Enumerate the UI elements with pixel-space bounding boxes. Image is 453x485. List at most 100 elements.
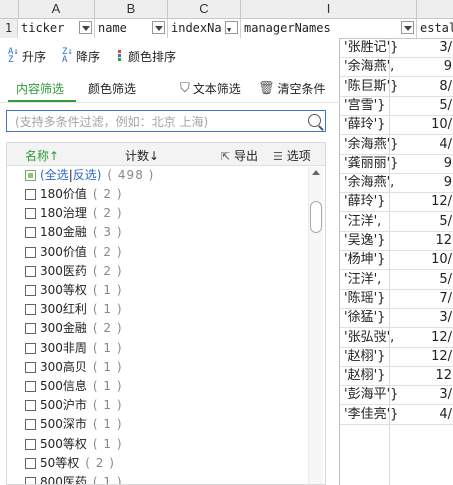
filter-item[interactable]: 300价值 ( 2 ) — [25, 243, 123, 262]
establish-date-cell[interactable]: 10/ — [408, 250, 453, 269]
filter-item-checkbox[interactable] — [25, 477, 36, 484]
list-scrollbar[interactable] — [308, 167, 323, 484]
manager-names-cell[interactable]: '赵栩'} — [344, 366, 385, 385]
header-cell-estab[interactable]: estal — [417, 19, 453, 38]
scroll-up-arrow[interactable] — [312, 170, 320, 175]
filter-item[interactable]: 500深市 ( 1 ) — [25, 415, 123, 434]
sheet-row[interactable]: '李佳亮'} 4/ — [340, 405, 453, 425]
manager-names-cell[interactable]: '陈瑶'} — [344, 289, 385, 308]
sort-descending-button[interactable]: Z↓ A 降序 — [62, 48, 100, 65]
manager-names-cell[interactable]: '余海燕'} — [344, 135, 398, 154]
establish-date-cell[interactable]: 3/ — [408, 38, 453, 57]
select-all-checkbox[interactable] — [25, 170, 36, 181]
establish-date-cell[interactable]: 10/ — [408, 115, 453, 134]
establish-date-cell[interactable]: 12 — [408, 231, 453, 250]
filter-item-checkbox[interactable] — [25, 381, 36, 392]
establish-date-cell[interactable]: 9 — [408, 57, 453, 76]
sheet-row[interactable]: '宫雪'} 5/ — [340, 96, 453, 116]
indexname-filter-active-icon[interactable] — [225, 21, 238, 38]
filter-item-checkbox[interactable] — [25, 323, 36, 335]
sheet-row[interactable]: '汪洋', 5/ — [340, 270, 453, 290]
sheet-row[interactable]: '陈巨斯'} 8/ — [340, 77, 453, 97]
filter-item-checkbox[interactable] — [25, 400, 36, 412]
establish-date-cell[interactable]: 3/ — [408, 385, 453, 404]
manager-names-cell[interactable]: '吴逸'} — [344, 231, 385, 250]
color-sort-button[interactable]: 颜色排序 — [116, 48, 176, 65]
filter-item-checkbox[interactable] — [25, 265, 36, 277]
sort-by-count-button[interactable]: 计数↓ — [125, 147, 159, 164]
filter-item-checkbox[interactable] — [25, 285, 36, 296]
sheet-row[interactable]: '吴逸'} 12 — [340, 231, 453, 251]
sheet-row[interactable]: '薛玲'} 10/ — [340, 115, 453, 136]
manager-names-cell[interactable]: '李佳亮'} — [344, 405, 398, 424]
sheet-row[interactable]: '余海燕'} 4/ — [340, 135, 453, 155]
filter-item-checkbox[interactable] — [25, 342, 36, 354]
manager-names-cell[interactable]: '余海燕', — [344, 173, 394, 192]
managernames-filter-dropdown[interactable] — [401, 21, 414, 34]
export-button[interactable]: ⇱ 导出 — [221, 147, 258, 164]
invert-selection-label[interactable]: 反选) — [73, 166, 102, 185]
manager-names-cell[interactable]: '龚丽丽'} — [344, 154, 398, 173]
text-filter-button[interactable]: ⛉ 文本筛选 — [180, 80, 241, 97]
filter-item[interactable]: 180价值 ( 2 ) — [25, 185, 123, 204]
establish-date-cell[interactable]: 9 — [408, 173, 453, 192]
filter-item[interactable]: 500信息 ( 1 ) — [25, 377, 123, 396]
manager-names-cell[interactable]: '汪洋', — [344, 270, 381, 289]
sheet-row[interactable]: '龚丽丽'} 9 — [340, 154, 453, 174]
filter-item-checkbox[interactable] — [25, 304, 36, 316]
manager-names-cell[interactable]: '张胜记'} — [344, 38, 398, 57]
filter-item[interactable]: 300等权 ( 1 ) — [25, 281, 123, 300]
sort-ascending-button[interactable]: A↓ Z 升序 — [8, 48, 46, 65]
manager-names-cell[interactable]: '薛玲'} — [344, 115, 385, 134]
filter-item-checkbox[interactable] — [25, 361, 36, 373]
header-cell-managernames[interactable]: managerNames — [241, 19, 417, 38]
header-cell-name[interactable]: name — [95, 19, 168, 38]
establish-date-cell[interactable]: 5/ — [408, 270, 453, 289]
filter-item-checkbox[interactable] — [25, 419, 36, 431]
filter-item[interactable]: 500沪市 ( 1 ) — [25, 396, 123, 415]
ticker-filter-dropdown[interactable] — [79, 21, 92, 34]
sheet-row[interactable]: '徐猛'} 3/ — [340, 308, 453, 329]
select-all-label[interactable]: (全选 — [40, 166, 69, 185]
sheet-row[interactable]: '赵栩'} 12/ — [340, 347, 453, 367]
manager-names-cell[interactable]: '杨坤'} — [344, 250, 385, 269]
establish-date-cell[interactable]: 12 — [408, 366, 453, 385]
filter-search-box[interactable] — [6, 110, 326, 132]
tab-content-filter[interactable]: 内容筛选 — [16, 80, 64, 97]
filter-item-checkbox[interactable] — [25, 457, 36, 469]
manager-names-cell[interactable]: '张弘弢', — [344, 328, 394, 347]
sheet-row[interactable]: '陈瑶'} 7/ — [340, 289, 453, 309]
manager-names-cell[interactable]: '赵栩'} — [344, 347, 385, 366]
column-letter-i[interactable]: I — [241, 0, 417, 18]
sheet-row[interactable]: '张弘弢', 12/ — [340, 328, 453, 348]
filter-item[interactable]: 180金融 ( 3 ) — [25, 223, 123, 242]
manager-names-cell[interactable]: '陈巨斯'} — [344, 77, 398, 96]
establish-date-cell[interactable]: 12/ — [408, 328, 453, 347]
sheet-row[interactable]: '张胜记'} 3/ — [340, 38, 453, 58]
filter-item[interactable]: 800医药 ( 1 ) — [25, 473, 123, 484]
select-all-corner[interactable] — [0, 0, 19, 18]
clear-conditions-button[interactable]: 🗑 清空条件 — [258, 80, 326, 97]
header-cell-ticker[interactable]: ticker — [18, 19, 95, 38]
establish-date-cell[interactable]: 7/ — [408, 289, 453, 308]
header-cell-indexname[interactable]: indexNa — [168, 19, 241, 38]
establish-date-cell[interactable]: 3/ — [408, 308, 453, 327]
sheet-row[interactable]: '汪洋', 5/ — [340, 212, 453, 232]
sheet-row[interactable]: '赵栩'} 12 — [340, 366, 453, 387]
establish-date-cell[interactable]: 4/ — [408, 135, 453, 154]
filter-item[interactable]: 50等权 ( 2 ) — [25, 454, 115, 473]
manager-names-cell[interactable]: '宫雪'} — [344, 96, 385, 115]
filter-search-input[interactable] — [13, 113, 307, 131]
sheet-row[interactable]: '余海燕', 9 — [340, 173, 453, 194]
name-filter-dropdown[interactable] — [152, 21, 165, 34]
scrollbar-thumb[interactable] — [310, 201, 322, 233]
filter-item[interactable]: 300金融 ( 2 ) — [25, 319, 123, 338]
column-letter-c[interactable]: C — [168, 0, 241, 18]
sheet-row[interactable]: '彭海平'} 3/ — [340, 385, 453, 406]
establish-date-cell[interactable]: 8/ — [408, 77, 453, 96]
filter-item[interactable]: 500等权 ( 1 ) — [25, 435, 123, 454]
establish-date-cell[interactable]: 5/ — [408, 212, 453, 231]
filter-item[interactable]: 180治理 ( 2 ) — [25, 204, 123, 223]
column-letter-b[interactable]: B — [95, 0, 168, 18]
establish-date-cell[interactable]: 4/ — [408, 405, 453, 424]
